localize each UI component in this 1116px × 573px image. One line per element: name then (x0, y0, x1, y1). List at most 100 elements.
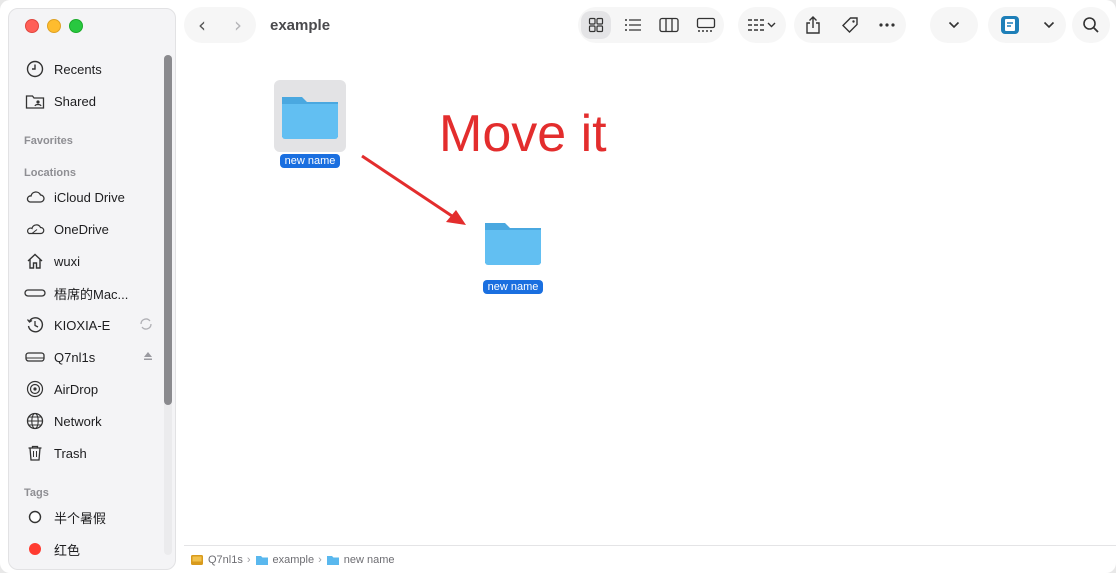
share-icon (805, 16, 820, 34)
app-extension-button[interactable] (988, 7, 1066, 43)
sidebar-item-label: OneDrive (54, 221, 109, 237)
search-button[interactable] (1072, 7, 1110, 43)
sidebar-item-label: 红色 (54, 542, 81, 558)
scrollbar-thumb[interactable] (164, 55, 172, 405)
clock-icon (24, 58, 46, 80)
shared-folder-icon (24, 90, 46, 112)
sidebar-item-label: Shared (54, 93, 96, 109)
folder-name[interactable]: new name (482, 280, 544, 294)
sidebar-item-label: AirDrop (54, 381, 99, 397)
list-icon (624, 19, 641, 31)
path-crumb[interactable]: Q7nl1s (190, 554, 243, 566)
globe-icon (24, 410, 46, 432)
icon-view-button[interactable] (581, 11, 612, 39)
folder-item[interactable]: new name (274, 80, 346, 168)
view-mode-group (578, 7, 724, 43)
file-area[interactable]: new name new name Move it (184, 52, 1116, 545)
list-view-button[interactable] (615, 7, 651, 43)
window-title: example (270, 17, 331, 34)
sidebar-item-shared[interactable]: Shared (24, 89, 154, 113)
tags-heading: Tags (24, 487, 49, 499)
sidebar-item-recents[interactable]: Recents (24, 57, 154, 81)
dropdown-button[interactable] (930, 7, 978, 43)
sidebar-scrollbar[interactable] (164, 55, 172, 555)
locations-heading: Locations (24, 167, 76, 179)
sidebar-item-label: wuxi (54, 253, 81, 269)
minimize-button[interactable] (47, 19, 61, 33)
chevron-right-icon: › (318, 553, 322, 566)
sidebar-item-icloud-drive[interactable]: iCloud Drive (24, 185, 154, 209)
tag-icon (841, 17, 858, 33)
sidebar-item-q7nl1s[interactable]: Q7nl1s (24, 345, 154, 369)
app-extension-icon (1001, 16, 1019, 34)
path-crumb[interactable]: example (255, 554, 314, 566)
sidebar-item-kioxia[interactable]: KIOXIA-E (24, 313, 154, 337)
folder-name[interactable]: new name (279, 154, 341, 168)
sidebar-item-label: Q7nl1s (54, 349, 96, 365)
close-button[interactable] (25, 19, 39, 33)
sidebar-item-label: Network (54, 413, 102, 429)
chevron-down-icon (948, 21, 960, 29)
group-icon (748, 19, 776, 31)
syncing-icon (138, 316, 154, 335)
sidebar-item-label: Recents (54, 61, 102, 77)
folder-thumbnail[interactable] (274, 80, 346, 152)
forward-chevron-icon[interactable]: › (234, 13, 242, 37)
folder-icon (485, 223, 541, 265)
sidebar-item-label: iCloud Drive (54, 189, 125, 205)
share-button[interactable] (795, 7, 831, 43)
path-crumb-label: new name (343, 553, 395, 566)
back-chevron-icon[interactable]: ‹ (198, 13, 206, 37)
gallery-view-button[interactable] (688, 7, 724, 43)
folder-item[interactable]: new name (477, 206, 549, 294)
traffic-lights (25, 19, 83, 33)
computer-icon (24, 282, 46, 304)
favorites-heading: Favorites (24, 135, 73, 147)
trash-icon (24, 442, 46, 464)
onedrive-icon (24, 218, 46, 240)
chevron-down-icon (1043, 21, 1055, 29)
sidebar-item-network[interactable]: Network (24, 409, 154, 433)
sidebar-tag-item[interactable]: 红色 (24, 537, 154, 561)
tag-dot-icon (24, 538, 46, 560)
sidebar-tag-item[interactable]: 半个暑假 (24, 505, 154, 529)
tag-button[interactable] (832, 7, 868, 43)
sidebar-item-mac[interactable]: 梧席的Mac... (24, 281, 154, 305)
sidebar: Recents Shared Favorites Locations iClou… (8, 8, 176, 570)
path-crumb[interactable]: new name (326, 554, 395, 566)
sidebar-item-label: Trash (54, 445, 87, 461)
drive-icon (191, 554, 203, 565)
time-machine-icon (24, 314, 46, 336)
home-icon (24, 250, 46, 272)
zoom-button[interactable] (69, 19, 83, 33)
column-view-button[interactable] (651, 7, 687, 43)
search-icon (1083, 17, 1099, 33)
sidebar-item-airdrop[interactable]: AirDrop (24, 377, 154, 401)
path-crumb-label: Q7nl1s (208, 553, 243, 566)
eject-icon[interactable] (142, 350, 154, 365)
nav-buttons: ‹ › (184, 7, 256, 43)
group-by-button[interactable] (738, 7, 786, 43)
gallery-icon (696, 17, 715, 32)
sidebar-item-onedrive[interactable]: OneDrive (24, 217, 154, 241)
columns-icon (659, 17, 679, 33)
tag-dot-icon (24, 506, 46, 528)
annotation-arrow-icon (361, 154, 466, 225)
more-button[interactable] (869, 7, 905, 43)
sidebar-item-trash[interactable]: Trash (24, 441, 154, 465)
finder-window: Recents Shared Favorites Locations iClou… (0, 0, 1116, 573)
chevron-right-icon: › (246, 553, 251, 566)
actions-group (794, 7, 906, 43)
drive-icon (24, 346, 46, 368)
path-bar: Q7nl1s › example › new name (184, 545, 1116, 573)
folder-thumbnail[interactable] (477, 206, 549, 278)
sidebar-item-label: 梧席的Mac... (54, 286, 129, 302)
cloud-icon (24, 186, 46, 208)
ellipsis-icon (879, 23, 895, 27)
folder-icon (326, 555, 339, 565)
sidebar-item-wuxi[interactable]: wuxi (24, 249, 154, 273)
sidebar-item-label: 半个暑假 (54, 510, 107, 526)
sidebar-item-label: KIOXIA-E (54, 317, 111, 333)
folder-icon (255, 555, 268, 565)
airdrop-icon (24, 378, 46, 400)
